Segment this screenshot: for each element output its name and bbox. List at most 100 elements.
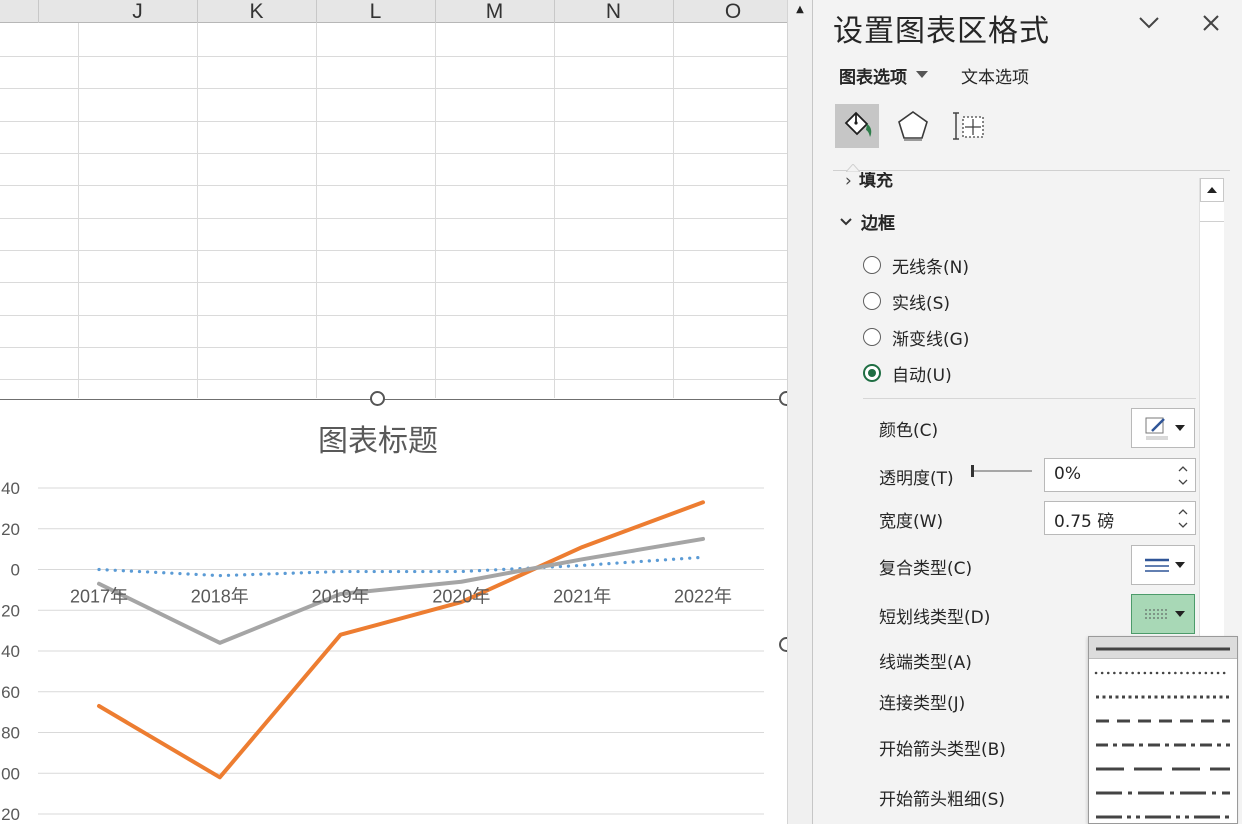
dash-option-dash[interactable] [1093, 710, 1233, 732]
dash-option-long-dash[interactable] [1093, 758, 1233, 780]
grid-line [0, 185, 787, 186]
y-tick-label: 00 [1, 764, 20, 783]
column-header-j[interactable]: J [78, 0, 198, 23]
pen-color-icon [1145, 417, 1168, 440]
y-tick-label: 20 [1, 601, 20, 620]
series-line-3[interactable] [97, 536, 705, 645]
scroll-up-arrow-icon[interactable]: ▲ [788, 0, 812, 18]
line-chart[interactable]: 40 20 0 20 40 60 80 00 20 2017年 2018年 2019年 2020年 20… [0, 399, 787, 824]
spin-up-icon[interactable] [1177, 506, 1189, 518]
width-spinner[interactable]: 0.75 磅 [1044, 501, 1196, 535]
section-fill-label: 填充 [859, 172, 893, 191]
x-category-label: 2018年 [191, 587, 249, 607]
series-line-1[interactable] [97, 555, 705, 578]
dash-option-round-dot[interactable] [1093, 662, 1233, 684]
scrollbar-thumb[interactable] [1200, 202, 1224, 222]
chart-resize-handle-top[interactable] [370, 391, 385, 406]
dash-type-dropdown[interactable] [1131, 594, 1195, 634]
fill-line-category-button[interactable] [835, 104, 879, 148]
dash-option-solid[interactable] [1093, 638, 1233, 660]
pane-title: 设置图表区格式 [833, 14, 1050, 49]
radio-solid-line[interactable]: 实线(S) [863, 289, 950, 314]
transparency-slider[interactable] [971, 464, 1033, 478]
dash-option-long-dash-dot-dot[interactable] [1093, 806, 1233, 824]
grid-line [435, 23, 436, 398]
radio-gradient-line[interactable]: 渐变线(G) [863, 325, 969, 350]
grid-line [197, 23, 198, 398]
cap-type-label: 线端类型(A) [879, 653, 972, 673]
radio-no-line[interactable]: 无线条(N) [863, 253, 969, 278]
dash-option-long-dash-dot[interactable] [1093, 782, 1233, 804]
scroll-up-arrow-icon[interactable] [1200, 178, 1224, 202]
spin-up-icon[interactable] [1177, 463, 1189, 475]
grid-line [0, 121, 787, 122]
chart-title[interactable]: 图表标题 [278, 416, 478, 460]
grid-line [0, 218, 787, 219]
grid-line [673, 23, 674, 398]
dash-option-square-dot[interactable] [1093, 686, 1233, 708]
y-tick-label: 40 [1, 642, 20, 661]
grid-line [0, 56, 787, 57]
radio-automatic[interactable]: 自动(U) [863, 361, 952, 386]
grid-line [0, 250, 787, 251]
column-header-m[interactable]: M [435, 0, 555, 23]
grid-line [0, 347, 787, 348]
x-category-label: 2017年 [70, 587, 128, 607]
y-tick-label: 0 [11, 561, 20, 580]
color-picker-dropdown[interactable] [1131, 408, 1195, 448]
selected-category-pointer [846, 164, 860, 172]
dash-type-label: 短划线类型(D) [879, 608, 991, 628]
pentagon-icon [898, 111, 928, 141]
chart-resize-handle-top-right[interactable] [779, 391, 787, 406]
close-icon[interactable] [1198, 10, 1224, 36]
radio-label: 自动(U) [892, 365, 952, 386]
radio-label: 无线条(N) [892, 257, 969, 278]
join-type-label: 连接类型(J) [879, 694, 966, 714]
tab-chart-options[interactable]: 图表选项 [839, 63, 929, 88]
y-tick-label: 40 [1, 479, 20, 498]
compound-type-label: 复合类型(C) [879, 559, 973, 579]
grid-line [554, 23, 555, 398]
y-tick-label: 80 [1, 724, 20, 743]
effects-category-button[interactable] [891, 104, 935, 148]
radio-button[interactable] [863, 256, 881, 274]
column-header-i[interactable]: I [0, 0, 39, 23]
transparency-spinner[interactable]: 0% [1044, 458, 1196, 492]
width-value: 0.75 磅 [1054, 512, 1115, 532]
paint-bucket-icon [844, 111, 872, 137]
radio-button-checked[interactable] [863, 364, 881, 382]
spin-down-icon[interactable] [1177, 476, 1189, 488]
chevron-down-icon[interactable] [1136, 10, 1162, 36]
sheet-vertical-scrollbar[interactable]: ▲ [787, 0, 813, 824]
dash-line-icon [1145, 609, 1169, 619]
begin-arrow-type-label: 开始箭头类型(B) [879, 740, 1006, 760]
x-category-label: 2020年 [432, 587, 490, 607]
x-category-label: 2021年 [553, 587, 611, 607]
tab-text-options[interactable]: 文本选项 [961, 63, 1029, 88]
column-header-n[interactable]: N [554, 0, 674, 23]
dash-type-popup[interactable] [1088, 636, 1238, 824]
section-border-header[interactable]: 边框 [839, 209, 895, 234]
column-header-k[interactable]: K [197, 0, 317, 23]
chart-resize-handle-right[interactable] [779, 637, 787, 652]
transparency-label: 透明度(T) [879, 469, 954, 489]
compound-type-dropdown[interactable] [1131, 545, 1195, 585]
section-fill-header[interactable]: › 填充 [845, 172, 893, 191]
column-header-o[interactable]: O [673, 0, 787, 23]
spin-down-icon[interactable] [1177, 519, 1189, 531]
column-header-bar: I J K L M N O [0, 0, 787, 23]
column-header-l[interactable]: L [316, 0, 436, 23]
x-category-label: 2019年 [312, 587, 370, 607]
width-label: 宽度(W) [879, 512, 944, 532]
series-line-2[interactable] [97, 500, 705, 780]
grid-line [0, 315, 787, 316]
radio-button[interactable] [863, 328, 881, 346]
divider [863, 398, 1196, 399]
radio-button[interactable] [863, 292, 881, 310]
spreadsheet-area[interactable]: I J K L M N O 40 20 0 20 40 60 80 00 20 2017年 201… [0, 0, 787, 824]
caret-down-icon [1175, 562, 1185, 568]
y-tick-label: 60 [1, 683, 20, 702]
section-border-label: 边框 [861, 214, 895, 234]
size-properties-category-button[interactable] [947, 104, 991, 148]
dash-option-dash-dot[interactable] [1093, 734, 1233, 756]
